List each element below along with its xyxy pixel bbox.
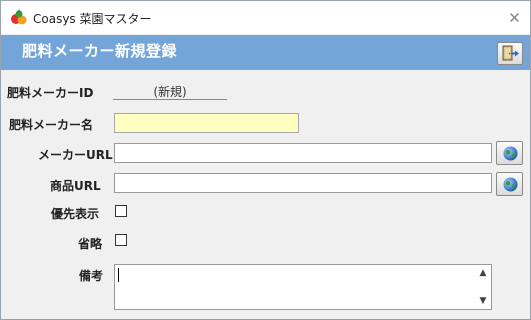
product-url-label: 商品URL [50,179,101,193]
maker-url-browse-button[interactable] [496,141,523,165]
notes-label: 備考 [79,269,104,283]
priority-display-label: 優先表示 [51,207,100,221]
fertilizer-maker-id-label: 肥料メーカーID [7,86,94,100]
close-icon: ✕ [508,8,521,27]
title-bar: Coasys 菜園マスター ✕ [1,1,530,34]
scroll-down-icon[interactable]: ▼ [475,293,491,309]
dialog-window: Coasys 菜園マスター ✕ 肥料メーカー新規登録 肥料メーカーID (新規)… [0,0,531,320]
vegetable-app-icon [10,8,28,26]
scroll-up-icon[interactable]: ▲ [475,265,491,281]
fertilizer-maker-name-input[interactable] [114,113,299,133]
form-header: 肥料メーカー新規登録 [1,35,530,70]
maker-url-input[interactable] [114,143,492,163]
fertilizer-maker-id-value: (新規) [113,83,227,100]
page-title: 肥料メーカー新規登録 [22,42,178,60]
abbreviation-checkbox[interactable] [115,234,127,246]
abbreviation-label: 省略 [78,237,103,251]
text-caret [118,268,119,282]
product-url-browse-button[interactable] [496,172,523,196]
exit-button[interactable] [497,42,523,65]
window-title: Coasys 菜園マスター [33,12,152,26]
notes-scrollbar[interactable]: ▲ ▼ [475,265,491,309]
priority-display-checkbox[interactable] [115,205,127,217]
notes-textarea[interactable]: ▲ ▼ [114,264,492,310]
fertilizer-maker-name-label: 肥料メーカー名 [9,118,94,132]
maker-url-label: メーカーURL [38,148,113,162]
product-url-input[interactable] [114,173,492,193]
close-button[interactable]: ✕ [499,1,530,34]
